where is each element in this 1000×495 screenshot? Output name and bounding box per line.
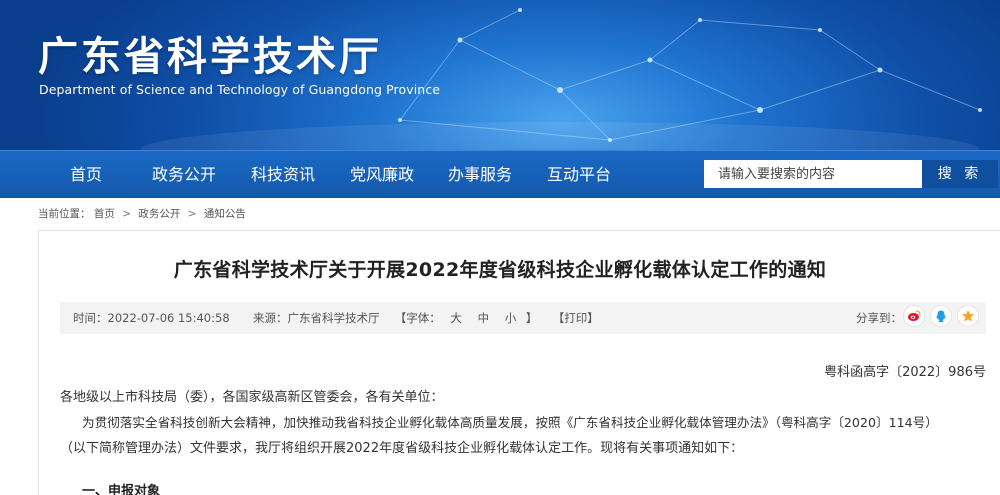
nav-item-government-affairs[interactable]: 政务公开 bbox=[152, 151, 216, 199]
article-source: 来源：广东省科学技术厅 bbox=[252, 311, 380, 325]
font-size-small[interactable]: 小 bbox=[505, 310, 517, 326]
breadcrumb-notices[interactable]: 通知公告 bbox=[204, 208, 246, 220]
font-size-close: 】 bbox=[525, 311, 538, 325]
paragraph-1-line-2: （以下简称管理办法）文件要求，我厅将组织开展2022年度省级科技企业孵化载体认定… bbox=[60, 441, 744, 456]
share-label: 分享到： bbox=[856, 311, 902, 325]
nav-item-tech-news[interactable]: 科技资讯 bbox=[251, 151, 315, 199]
document-number: 粤科函高字〔2022〕986号 bbox=[824, 365, 986, 380]
qzone-icon[interactable] bbox=[957, 305, 979, 327]
nav-item-services[interactable]: 办事服务 bbox=[448, 151, 512, 199]
article-meta: 时间：2022-07-06 15:40:58 来源：广东省科学技术厅 【字体： … bbox=[73, 310, 599, 326]
breadcrumb-home[interactable]: 首页 bbox=[94, 208, 115, 220]
print-link[interactable]: 【打印】 bbox=[553, 310, 599, 326]
search-input[interactable] bbox=[704, 160, 922, 188]
nav-item-home[interactable]: 首页 bbox=[70, 151, 102, 199]
section-heading: 一、申报对象 bbox=[82, 484, 161, 495]
breadcrumb-government-affairs[interactable]: 政务公开 bbox=[138, 208, 180, 220]
font-size-label: 【字体： bbox=[394, 311, 441, 325]
salutation: 各地级以上市科技局（委），各国家级高新区管委会，各有关单位： bbox=[60, 390, 444, 405]
breadcrumb-separator: > bbox=[122, 208, 131, 220]
site-banner: 广东省科学技术厅 Department of Science and Techn… bbox=[0, 0, 1000, 150]
site-subtitle: Department of Science and Technology of … bbox=[39, 82, 441, 97]
paragraph-1-line-1: 为贯彻落实全省科技创新大会精神，加快推动我省科技企业孵化载体高质量发展，按照《广… bbox=[82, 415, 938, 430]
weibo-icon[interactable] bbox=[903, 305, 925, 327]
search-button[interactable]: 搜 索 bbox=[922, 160, 998, 188]
breadcrumb-separator: > bbox=[187, 208, 197, 220]
nav-item-integrity[interactable]: 党风廉政 bbox=[350, 151, 414, 199]
qq-icon[interactable] bbox=[930, 305, 952, 327]
breadcrumb-prefix: 当前位置： bbox=[38, 208, 91, 220]
nav-item-interaction[interactable]: 互动平台 bbox=[547, 151, 611, 199]
article-title: 广东省科学技术厅关于开展2022年度省级科技企业孵化载体认定工作的通知 bbox=[173, 259, 827, 281]
publish-time: 时间：2022-07-06 15:40:58 bbox=[73, 311, 230, 325]
font-size-medium[interactable]: 中 bbox=[478, 310, 490, 326]
breadcrumb: 当前位置： 首页 > 政务公开 > 通知公告 bbox=[38, 206, 246, 221]
site-title: 广东省科学技术厅 bbox=[38, 34, 382, 80]
font-size-large[interactable]: 大 bbox=[450, 310, 462, 326]
